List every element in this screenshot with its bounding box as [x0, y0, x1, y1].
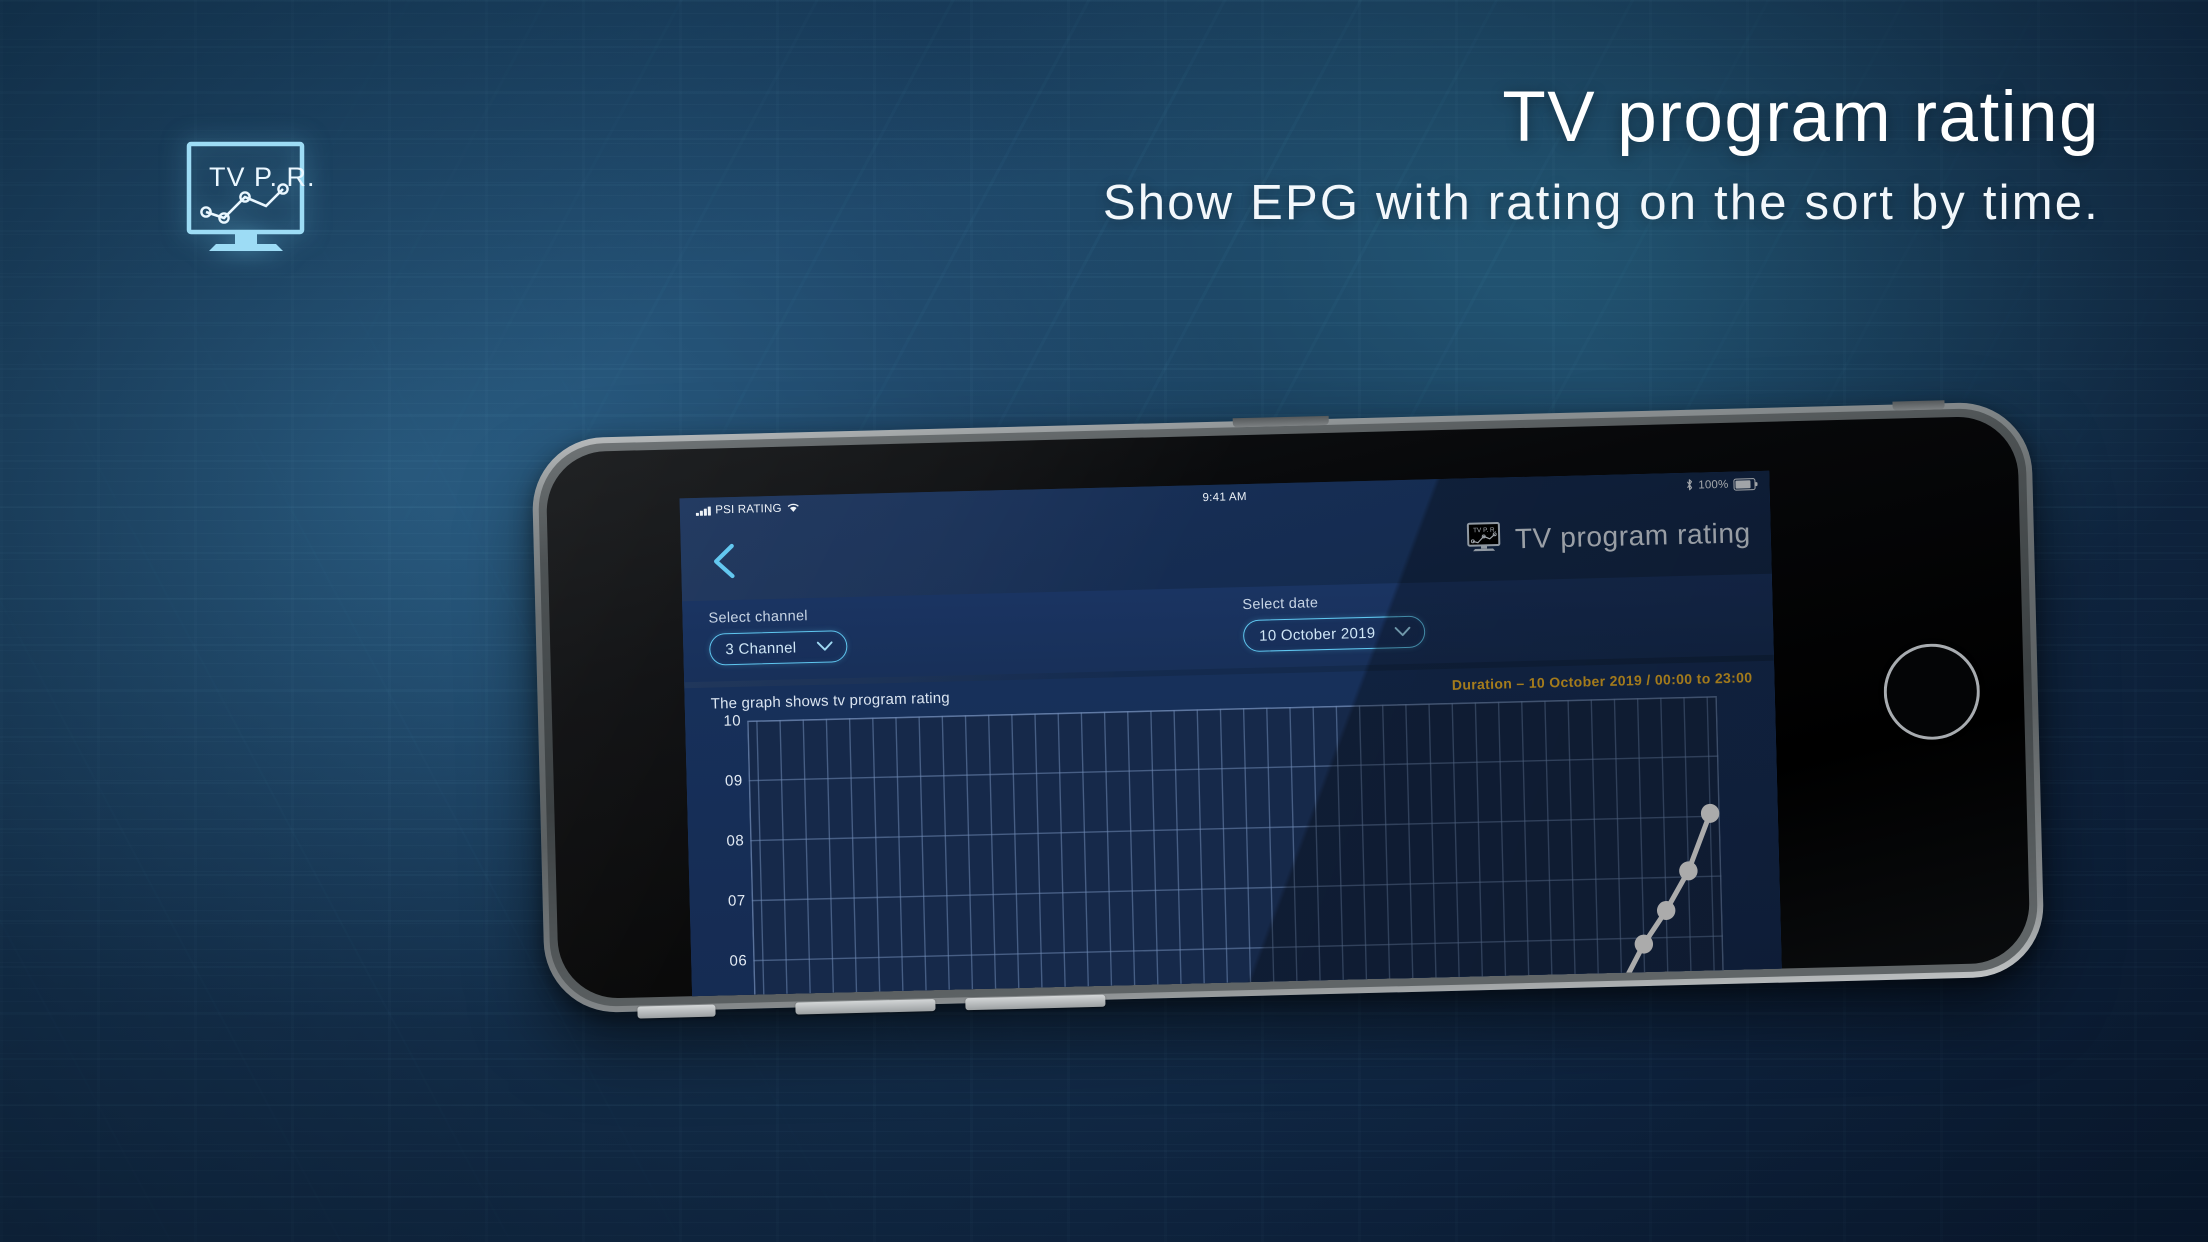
grid-line-vertical	[1034, 713, 1051, 1000]
grid-line-vertical	[1080, 712, 1098, 1000]
phone-top-antenna-band	[1892, 400, 1945, 411]
bluetooth-icon	[1685, 478, 1693, 493]
hero-headings: TV program rating Show EPG with rating o…	[800, 82, 2100, 228]
grid-line-vertical	[1405, 703, 1422, 1000]
tv-program-rating-icon: TV P. R.	[1467, 522, 1502, 558]
chevron-down-icon	[1394, 623, 1411, 640]
y-axis-tick: 09	[724, 772, 743, 790]
page-subtitle: Show EPG with rating on the sort by time…	[1102, 176, 2100, 230]
chart-svg	[747, 696, 1733, 1000]
y-axis-tick: 07	[727, 892, 746, 910]
data-point-marker	[1700, 803, 1720, 823]
grid-line-vertical	[779, 719, 796, 1000]
grid-line-vertical	[1057, 712, 1075, 1000]
grid-line-vertical	[1474, 702, 1492, 1000]
y-axis-tick: 10	[723, 712, 742, 730]
series-line	[767, 810, 1713, 1000]
grid-line-horizontal	[753, 935, 1723, 962]
grid-line-vertical	[1289, 706, 1306, 1000]
grid-line-vertical	[802, 719, 820, 1000]
phone-screen: PSI RATING 9:41 AM 100% TV P. R. TV prog…	[679, 470, 1783, 1000]
grid-line-vertical	[1660, 697, 1677, 1000]
select-date-dropdown[interactable]: 10 October 2019	[1242, 615, 1426, 653]
grid-line-horizontal	[751, 875, 1722, 902]
battery-percent-label: 100%	[1698, 478, 1729, 492]
grid-line-vertical	[1497, 701, 1515, 1000]
chart-plot[interactable]	[747, 696, 1733, 1000]
select-date-value: 10 October 2019	[1258, 624, 1376, 645]
grid-line-vertical	[1358, 705, 1376, 1000]
grid-line-vertical	[964, 715, 982, 1000]
svg-text:TV P. R.: TV P. R.	[209, 162, 313, 192]
poster-stage: TV P. R. TV program rating Show EPG with…	[0, 0, 2208, 1242]
page-title: TV program rating	[1502, 78, 2100, 157]
grid-line-vertical	[1590, 699, 1608, 1000]
select-date-label: Select date	[1242, 595, 1319, 614]
select-channel-label: Select channel	[708, 608, 809, 627]
tv-monitor-chart-icon: TV P. R.	[183, 140, 313, 252]
chevron-left-icon	[714, 543, 735, 579]
app-title-group: TV P. R. TV program rating	[1467, 515, 1752, 557]
phone-edge-button-a[interactable]	[637, 1004, 716, 1019]
chevron-down-icon	[816, 638, 833, 655]
phone-volume-down-button[interactable]	[965, 994, 1106, 1011]
grid-line-vertical	[1335, 705, 1353, 1000]
grid-line-vertical	[1567, 699, 1584, 1000]
grid-line-vertical	[1219, 708, 1237, 1000]
grid-line-vertical	[1266, 707, 1283, 1000]
y-axis-tick: 08	[726, 832, 745, 850]
battery-full-icon	[1733, 478, 1756, 491]
grid-line-vertical	[1544, 700, 1561, 1000]
grid-line-vertical	[1127, 711, 1144, 1000]
app-ui: PSI RATING 9:41 AM 100% TV P. R. TV prog…	[679, 470, 1783, 1000]
grid-line-vertical	[1451, 702, 1469, 1000]
grid-line-vertical	[756, 720, 773, 1000]
grid-line-vertical	[1173, 709, 1190, 1000]
y-axis-tick: 06	[729, 952, 748, 970]
phone-screen-glass: PSI RATING 9:41 AM 100% TV P. R. TV prog…	[545, 415, 2031, 1000]
grid-line-vertical	[1103, 711, 1121, 1000]
grid-line-vertical	[1381, 704, 1399, 1000]
grid-line-vertical	[1521, 701, 1538, 1000]
grid-line-vertical	[1613, 698, 1631, 1000]
app-title: TV program rating	[1514, 516, 1752, 554]
grid-line-horizontal	[748, 755, 1719, 782]
select-date-group: Select date 10 October 2019	[1242, 593, 1426, 653]
graph-panel: The graph shows tv program rating Durati…	[684, 660, 1783, 1000]
select-channel-value: 3 Channel	[725, 638, 797, 658]
graph-caption: The graph shows tv program rating	[710, 689, 951, 713]
phone-volume-up-button[interactable]	[795, 999, 936, 1015]
grid-line-vertical	[1196, 709, 1214, 1000]
grid-line-vertical	[1011, 713, 1028, 1000]
grid-line-vertical	[1428, 703, 1445, 1000]
data-point-marker	[1589, 995, 1609, 1000]
status-bar-right: 100%	[1685, 477, 1756, 494]
chart-y-axis: 10090807060504030201	[703, 712, 747, 969]
phone-mockup: PSI RATING 9:41 AM 100% TV P. R. TV prog…	[530, 400, 2046, 1019]
grid-line-vertical	[941, 715, 959, 1000]
select-channel-group: Select channel 3 Channel	[708, 607, 848, 666]
home-button[interactable]	[1882, 642, 1981, 741]
grid-line-vertical	[987, 714, 1005, 1000]
grid-line-vertical	[1312, 706, 1329, 1000]
select-channel-dropdown[interactable]: 3 Channel	[708, 630, 848, 666]
grid-line-horizontal	[750, 815, 1720, 842]
graph-duration-label: Duration – 10 October 2019 / 00:00 to 23…	[1451, 669, 1753, 693]
grid-line-vertical	[825, 718, 843, 1000]
back-button[interactable]	[705, 539, 750, 584]
grid-line-vertical	[1242, 708, 1260, 1000]
grid-line-vertical	[1150, 710, 1167, 1000]
plot-border	[747, 696, 1733, 1000]
chart-area: 10090807060504030201	[685, 695, 1782, 1000]
